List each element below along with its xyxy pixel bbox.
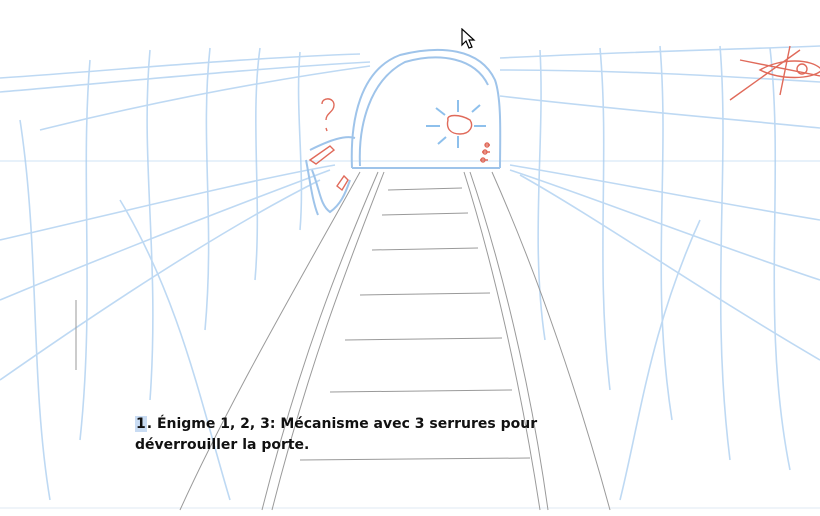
caption-number: 1 [135,416,147,432]
caption-line-1: . Énigme 1, 2, 3: Mécanisme avec 3 serru… [146,416,538,432]
question-mark-sketch [321,98,335,132]
mouse-pointer-icon [461,28,476,49]
eye-symbol-sketch [758,60,820,79]
tunnel-arch [305,49,502,216]
caption-line-2: déverrouiller la porte. [135,437,310,453]
lock-3-sketch [446,114,473,135]
corridor-floor [75,171,611,511]
indicator-dots [480,144,490,161]
light-burst-sketch [426,100,486,148]
puzzle-caption: 1. Énigme 1, 2, 3: Mécanisme avec 3 serr… [135,414,565,456]
